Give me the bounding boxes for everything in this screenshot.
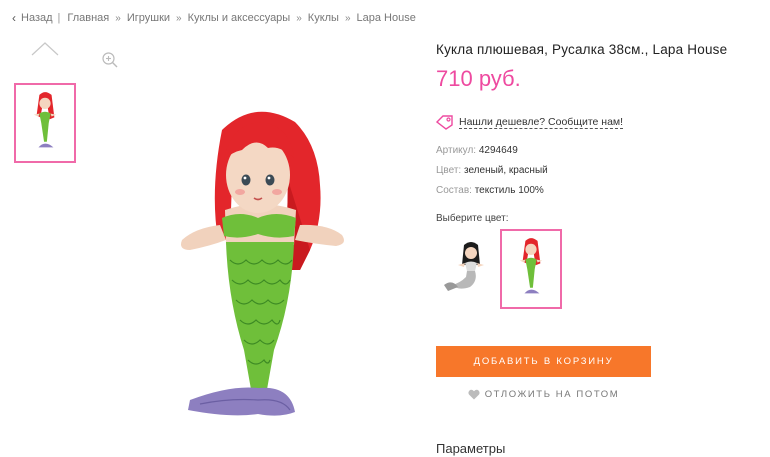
color-variant-black[interactable] (438, 229, 500, 309)
found-cheaper-link[interactable]: Нашли дешевле? Сообщите нам! (459, 116, 624, 129)
price-tag-icon (436, 115, 453, 130)
property-row-color: Цвет: зеленый, красный (436, 164, 548, 184)
breadcrumb-item-brand[interactable]: Lapa House (357, 12, 416, 24)
product-thumbnail[interactable] (14, 83, 76, 163)
property-label: Цвет: (436, 165, 462, 176)
product-properties: Артикул: 4294649 Цвет: зеленый, красный … (436, 144, 548, 204)
add-to-cart-button[interactable]: ДОБАВИТЬ В КОРЗИНУ (436, 346, 651, 377)
save-for-later-button[interactable]: ОТЛОЖИТЬ НА ПОТОМ (436, 389, 651, 400)
arrow-up-icon[interactable] (31, 42, 59, 56)
breadcrumb-item-toys[interactable]: Игрушки (127, 12, 170, 24)
breadcrumb-separator: » (344, 12, 351, 24)
breadcrumb-separator: » (115, 12, 121, 24)
mermaid-red-variant-image (519, 238, 543, 294)
breadcrumb-item-dolls-accessories[interactable]: Куклы и аксессуары (188, 12, 291, 24)
breadcrumb-separator: » (296, 12, 302, 24)
property-label: Состав: (436, 185, 472, 196)
found-cheaper-row: Нашли дешевле? Сообщите нам! (436, 115, 624, 130)
breadcrumb-separator: » (176, 12, 182, 24)
back-chevron-icon[interactable]: ‹ (12, 11, 16, 25)
property-value: 4294649 (478, 145, 518, 156)
breadcrumb-back[interactable]: Назад (21, 12, 53, 24)
params-section-title: Параметры (436, 441, 506, 456)
zoom-in-icon[interactable] (101, 51, 119, 69)
breadcrumb-item-dolls[interactable]: Куклы (308, 12, 339, 24)
product-main-image (181, 111, 344, 416)
choose-color-label: Выберите цвет: (436, 213, 509, 224)
property-value: зеленый, красный (463, 165, 548, 176)
property-value: текстиль 100% (474, 185, 544, 196)
breadcrumb-item-home[interactable]: Главная (67, 12, 109, 24)
property-row-sku: Артикул: 4294649 (436, 144, 548, 164)
mermaid-black-variant-image (444, 242, 484, 291)
heart-icon (468, 389, 480, 400)
breadcrumb: ‹ Назад | Главная » Игрушки » Куклы и ак… (12, 11, 416, 25)
property-row-material: Состав: текстиль 100% (436, 184, 548, 204)
color-variant-red[interactable] (500, 229, 562, 309)
mermaid-thumbnail-image (33, 92, 57, 148)
save-for-later-label: ОТЛОЖИТЬ НА ПОТОМ (484, 389, 620, 400)
breadcrumb-divider: | (57, 12, 61, 24)
product-title: Кукла плюшевая, Русалка 38см., Lapa Hous… (436, 42, 728, 57)
property-label: Артикул: (436, 145, 477, 156)
product-price: 710 руб. (436, 66, 521, 91)
